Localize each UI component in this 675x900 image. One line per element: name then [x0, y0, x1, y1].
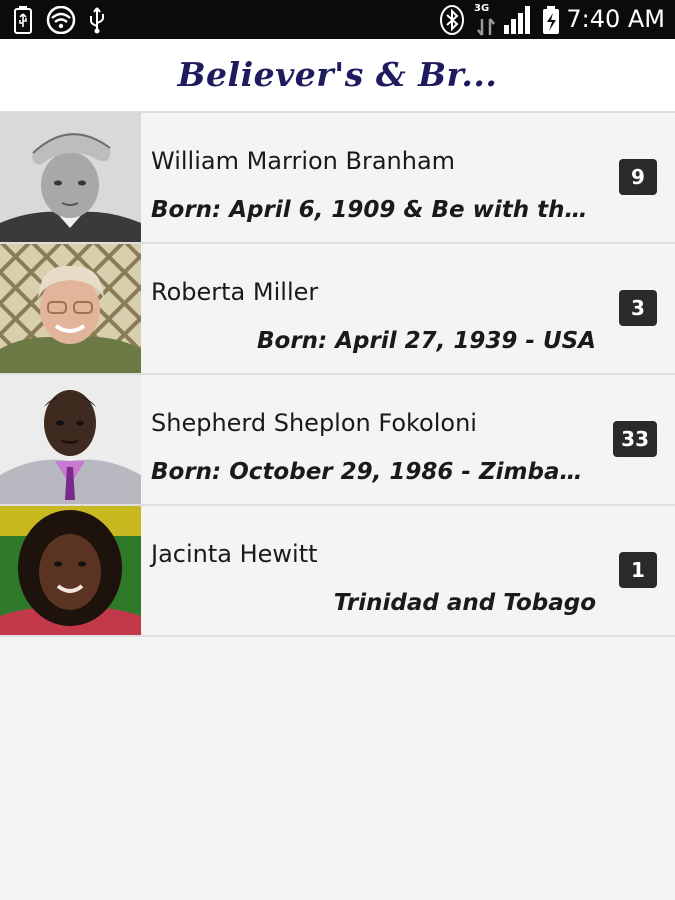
- battery-charging-icon: [540, 0, 562, 39]
- person-name: Jacinta Hewitt: [151, 540, 318, 568]
- page-title: Believer's & Br...: [177, 55, 498, 94]
- person-name: Roberta Miller: [151, 278, 319, 306]
- count-badge: 33: [613, 421, 657, 457]
- list-item[interactable]: Jacinta Hewitt Trinidad and Tobago 1: [0, 506, 675, 637]
- title-bar: Believer's & Br...: [0, 39, 675, 113]
- person-subtitle: Born: October 29, 1986 - Zimbabwe: [151, 459, 596, 485]
- person-name: William Marrion Branham: [151, 147, 456, 175]
- count-badge: 1: [619, 552, 657, 588]
- list-item[interactable]: Roberta Miller Born: April 27, 1939 - US…: [0, 244, 675, 375]
- people-list: William Marrion Branham Born: April 6, 1…: [0, 113, 675, 637]
- network-3g-icon: [474, 10, 498, 39]
- signal-icon: [502, 0, 536, 39]
- status-bar: 3G 7:40 AM: [0, 0, 675, 39]
- wifi-icon: [44, 0, 78, 39]
- avatar: [0, 244, 141, 373]
- usb-icon: [86, 0, 108, 39]
- list-item[interactable]: Shepherd Sheplon Fokoloni Born: October …: [0, 375, 675, 506]
- usb-battery-icon: [10, 0, 36, 39]
- person-subtitle: Born: April 6, 1909 & Be with the Lo...: [151, 197, 596, 223]
- app-screen: 3G 7:40 AM Believer's & Br... William Ma…: [0, 0, 675, 900]
- status-time: 7:40 AM: [566, 5, 665, 33]
- person-subtitle: Born: April 27, 1939 - USA: [256, 328, 596, 354]
- bluetooth-icon: [438, 0, 466, 39]
- person-name: Shepherd Sheplon Fokoloni: [151, 409, 477, 437]
- person-subtitle: Trinidad and Tobago: [333, 590, 596, 616]
- avatar: [0, 506, 141, 635]
- avatar: [0, 375, 141, 504]
- count-badge: 3: [619, 290, 657, 326]
- list-item[interactable]: William Marrion Branham Born: April 6, 1…: [0, 113, 675, 244]
- count-badge: 9: [619, 159, 657, 195]
- avatar: [0, 113, 141, 242]
